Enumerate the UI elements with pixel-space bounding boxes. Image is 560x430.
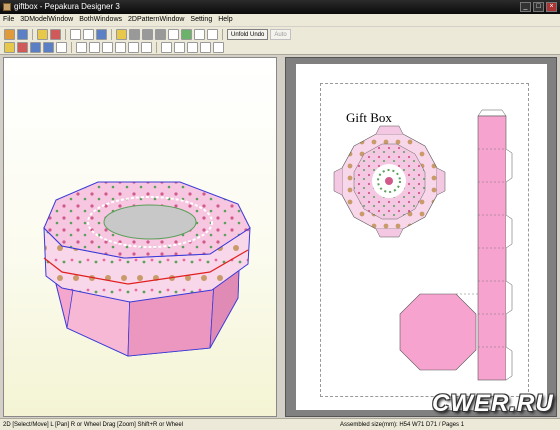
menu-2d-pattern-window[interactable]: 2DPatternWindow — [125, 14, 187, 26]
cut-edge-icon[interactable] — [17, 42, 28, 53]
app-icon — [3, 3, 11, 11]
toolbar-separator — [65, 28, 66, 40]
rotate-icon[interactable] — [43, 42, 54, 53]
select-icon[interactable] — [4, 42, 15, 53]
zoom-icon[interactable] — [174, 42, 185, 53]
arrange-icon[interactable] — [181, 28, 192, 40]
toolbar-separator — [111, 28, 112, 40]
close-button[interactable]: × — [546, 2, 557, 12]
pin-icon[interactable] — [128, 42, 139, 53]
lid-pattern-piece[interactable] — [333, 125, 446, 238]
fit-icon[interactable] — [161, 42, 172, 53]
unfold-undo-button[interactable]: Unfold Undo — [227, 28, 269, 40]
paper-page: Gift Box — [296, 64, 547, 410]
bulb-icon[interactable] — [37, 28, 48, 40]
print-icon[interactable] — [200, 42, 211, 53]
menu-both-windows[interactable]: BothWindows — [76, 14, 125, 26]
move-icon[interactable] — [30, 42, 41, 53]
open-icon[interactable] — [4, 28, 15, 40]
menu-3d-model-window[interactable]: 3DModelWindow — [17, 14, 76, 26]
3d-model-view[interactable] — [3, 57, 277, 417]
main-toolbar: Unfold Undo Auto — [0, 27, 560, 41]
menu-help[interactable]: Help — [215, 14, 235, 26]
gift-box-3d-model — [43, 181, 251, 357]
lid-top-center — [103, 204, 197, 240]
flap-icon[interactable] — [56, 42, 67, 53]
unfolded-pattern — [333, 109, 513, 381]
title-bar: giftbox - Pepakura Designer 3 _ □ × — [0, 0, 560, 14]
menu-setting[interactable]: Setting — [187, 14, 215, 26]
flip-icon[interactable] — [96, 28, 107, 40]
redo-icon[interactable] — [83, 28, 94, 40]
pane-splitter[interactable] — [279, 57, 283, 417]
toolbar-separator — [156, 42, 157, 53]
save-icon[interactable] — [17, 28, 28, 40]
pencil-icon[interactable] — [116, 28, 127, 40]
status-hint: 2D [Select/Move] L [Pan] R or Wheel Drag… — [3, 422, 184, 428]
page-icon[interactable] — [168, 28, 179, 40]
maximize-button[interactable]: □ — [533, 2, 544, 12]
toolbar-separator — [32, 28, 33, 40]
auto-button[interactable]: Auto — [270, 28, 291, 40]
window-controls: _ □ × — [520, 2, 557, 12]
status-bar: 2D [Select/Move] L [Pan] R or Wheel Drag… — [0, 418, 560, 430]
join-icon[interactable] — [76, 42, 87, 53]
toolbar-separator — [71, 42, 72, 53]
anchor-icon[interactable] — [155, 28, 166, 40]
window-title: giftbox - Pepakura Designer 3 — [14, 2, 120, 11]
page-setup-icon[interactable] — [213, 42, 224, 53]
base-pattern-piece[interactable] — [399, 293, 478, 371]
watermark-logo: CWER.RU — [432, 390, 554, 417]
window-icon[interactable] — [207, 28, 218, 40]
image-icon[interactable] — [115, 42, 126, 53]
2d-pattern-view[interactable]: Gift Box — [285, 57, 557, 417]
mirror-icon[interactable] — [141, 42, 152, 53]
minimize-button[interactable]: _ — [520, 2, 531, 12]
split-icon[interactable] — [89, 42, 100, 53]
edit-toolbar — [0, 41, 560, 55]
text-icon[interactable] — [102, 42, 113, 53]
side-strip-pattern-piece[interactable] — [477, 109, 513, 381]
paint-icon[interactable] — [142, 28, 153, 40]
layout-icon[interactable] — [194, 28, 205, 40]
cylinder-icon[interactable] — [129, 28, 140, 40]
menu-bar: File 3DModelWindow BothWindows 2DPattern… — [0, 14, 560, 26]
grid-icon[interactable] — [187, 42, 198, 53]
status-size: Assembled size(mm): H54 W71 D71 / Pages … — [340, 422, 465, 428]
menu-file[interactable]: File — [0, 14, 17, 26]
cube-icon[interactable] — [50, 28, 61, 40]
undo-icon[interactable] — [70, 28, 81, 40]
toolbar-separator — [222, 28, 223, 40]
